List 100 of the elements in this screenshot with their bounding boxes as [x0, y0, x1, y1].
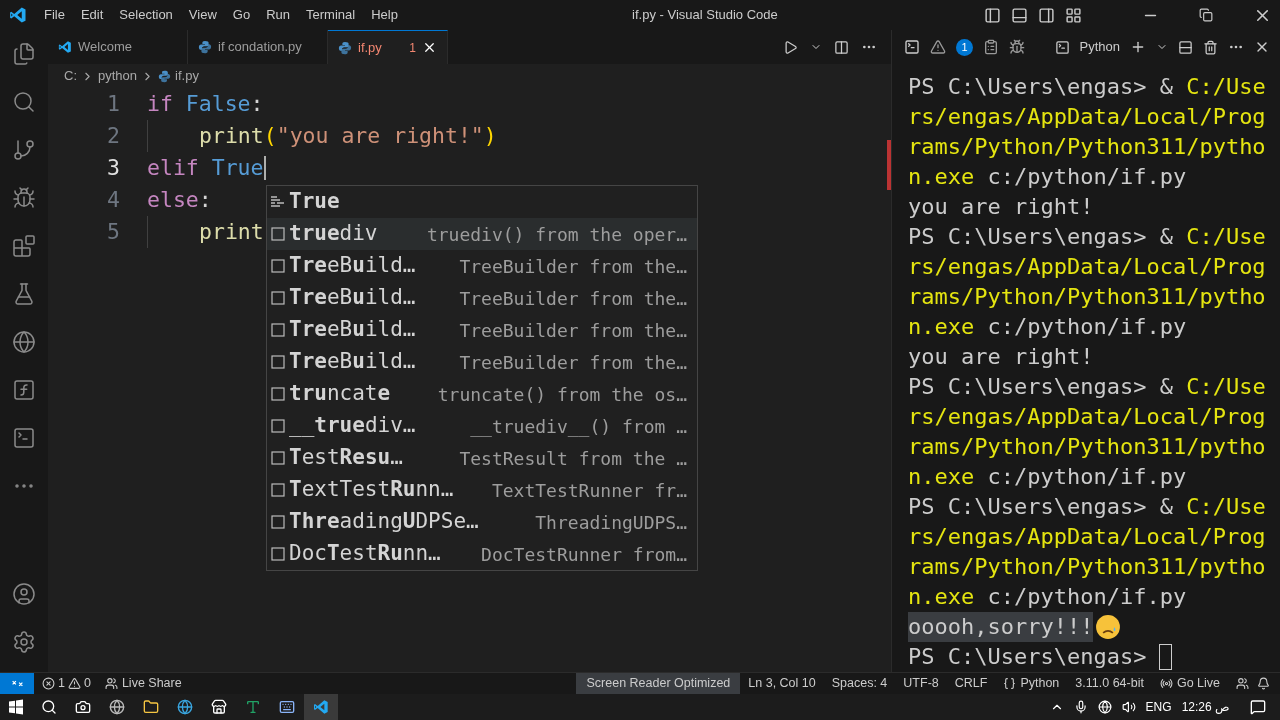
debug-console-icon[interactable] — [1009, 39, 1025, 55]
code-token: : — [250, 89, 264, 118]
python-file-icon — [198, 40, 212, 54]
suggestion-label: True — [289, 188, 340, 216]
suggestion-detail: DocTestRunner from… — [481, 542, 687, 567]
breadcrumb-item[interactable]: if.py — [175, 66, 199, 86]
language-indicator[interactable]: ENG — [1145, 698, 1172, 716]
menu-item[interactable]: View — [180, 2, 225, 28]
code-token: print — [199, 217, 264, 246]
menu-item[interactable]: File — [36, 2, 73, 28]
breadcrumb-item[interactable]: C: — [64, 66, 77, 86]
menu-item[interactable]: Go — [224, 2, 259, 28]
suggestion-item[interactable]: True — [267, 186, 697, 218]
suggestion-item[interactable]: ThreadingUDPSe… ThreadingUDPS… — [267, 506, 697, 538]
windows-start-icon[interactable] — [8, 699, 24, 715]
menu-item[interactable]: Help — [363, 2, 406, 28]
status-item[interactable]: Python — [1020, 674, 1060, 693]
error-count[interactable]: 1 — [58, 674, 65, 693]
extensions-icon[interactable] — [12, 234, 36, 258]
suggestion-item[interactable]: TreeBuild… TreeBuilder from the… — [267, 346, 697, 378]
close-tab-icon[interactable] — [422, 40, 437, 55]
terminal-output: ooooh,sorry!!! — [908, 612, 1094, 642]
split-editor-icon[interactable] — [834, 39, 849, 55]
code-token: if — [147, 89, 173, 118]
terminal-icon[interactable] — [12, 426, 36, 450]
terminal-tab-icon[interactable] — [904, 39, 920, 55]
layout-icon[interactable] — [1065, 6, 1082, 24]
menu-item[interactable]: Terminal — [298, 2, 364, 28]
app-logo-icon — [9, 6, 27, 24]
branch-icon[interactable] — [12, 138, 36, 162]
status-item[interactable]: CRLF — [946, 674, 996, 693]
secondary-sidebar-icon[interactable] — [1038, 6, 1055, 24]
code-token: ) — [483, 121, 497, 150]
code-token: ( — [263, 121, 277, 150]
status-item[interactable]: Screen Reader Optimized — [576, 673, 741, 694]
suggestion-detail: TreeBuilder from the… — [459, 286, 687, 311]
suggestion-item[interactable]: TextTestRunn… TextTestRunner fr… — [267, 474, 697, 506]
suggestion-item[interactable]: TreeBuild… TreeBuilder from the… — [267, 314, 697, 346]
sidebar-toggle-icon[interactable] — [984, 6, 1001, 24]
bug-icon[interactable] — [12, 186, 36, 210]
suggestion-item[interactable]: TreeBuild… TreeBuilder from the… — [267, 282, 697, 314]
search-icon[interactable] — [41, 699, 57, 715]
account-icon[interactable] — [12, 582, 36, 606]
suggestion-detail: TestResult from the … — [459, 446, 687, 471]
status-item[interactable]: Go Live — [1176, 674, 1220, 693]
notification-center-icon[interactable] — [1250, 699, 1266, 715]
suggestion-item[interactable]: truncate truncate() from the os… — [267, 378, 697, 410]
store-icon[interactable] — [211, 699, 227, 715]
globe-icon[interactable] — [12, 330, 36, 354]
terminal-cursor — [1159, 644, 1173, 670]
function-icon[interactable] — [12, 378, 36, 402]
run-icon[interactable] — [783, 39, 798, 55]
spreadsheet-icon[interactable] — [245, 699, 261, 715]
folder-icon[interactable] — [143, 699, 159, 715]
suggestion-item[interactable]: TreeBuild… TreeBuilder from the… — [267, 250, 697, 282]
settings-icon[interactable] — [12, 630, 36, 654]
suggestion-label: __truediv… — [289, 412, 416, 440]
split-terminal-icon[interactable] — [1178, 39, 1193, 55]
suggestion-item[interactable]: __truediv… __truediv__() from … — [267, 410, 697, 442]
live-share-button[interactable]: Live Share — [121, 674, 182, 693]
symbol-icon — [270, 450, 286, 466]
menu-item[interactable]: Run — [258, 2, 298, 28]
breadcrumb-item[interactable]: python — [98, 66, 138, 86]
feedback-icon[interactable] — [1236, 677, 1249, 690]
menu-item[interactable]: Edit — [72, 2, 112, 28]
symbol-icon — [270, 546, 286, 562]
explorer-icon[interactable] — [12, 42, 36, 66]
vscode-taskbar-button[interactable] — [304, 694, 338, 720]
suggestion-label: DocTestRunn… — [289, 540, 441, 568]
status-item[interactable]: Spaces: 4 — [823, 674, 896, 693]
new-terminal-icon[interactable] — [1130, 39, 1146, 55]
browser-icon[interactable] — [177, 699, 193, 715]
status-item[interactable]: 3.11.0 64-bit — [1067, 674, 1152, 693]
keyboard-icon[interactable] — [279, 699, 295, 715]
problems-icon[interactable] — [930, 39, 946, 55]
restore-icon[interactable] — [1199, 8, 1213, 22]
trash-icon[interactable] — [1203, 39, 1218, 55]
suggestion-item[interactable]: truediv truediv() from the oper… — [267, 218, 697, 250]
status-item[interactable]: Ln 3, Col 10 — [740, 674, 824, 693]
volume-icon[interactable] — [1121, 700, 1136, 714]
menu-item[interactable]: Selection — [111, 2, 181, 28]
app-tray-icon[interactable] — [1097, 700, 1112, 714]
output-icon[interactable] — [983, 39, 999, 55]
live-share-icon — [104, 677, 118, 690]
status-item[interactable]: UTF-8 — [895, 674, 947, 693]
app-icon[interactable] — [75, 699, 91, 715]
suggestion-item[interactable]: DocTestRunn… DocTestRunner from… — [267, 538, 697, 570]
microphone-icon[interactable] — [1073, 700, 1088, 714]
flask-icon[interactable] — [12, 282, 36, 306]
warning-count[interactable]: 0 — [83, 674, 91, 693]
panel-toggle-icon[interactable] — [1011, 6, 1028, 24]
suggestion-item[interactable]: TestResu… TestResult from the … — [267, 442, 697, 474]
suggestion-label: TreeBuild… — [289, 316, 416, 344]
editor-tab[interactable]: if.py 1 — [328, 30, 448, 64]
notification-icon[interactable] — [1257, 677, 1270, 690]
broadcast-icon — [1159, 677, 1173, 690]
globe-icon[interactable] — [109, 699, 125, 715]
shell-name[interactable]: Python — [1079, 37, 1120, 57]
terminal-output: you are right! — [908, 193, 1094, 221]
symbol-icon — [270, 322, 286, 338]
